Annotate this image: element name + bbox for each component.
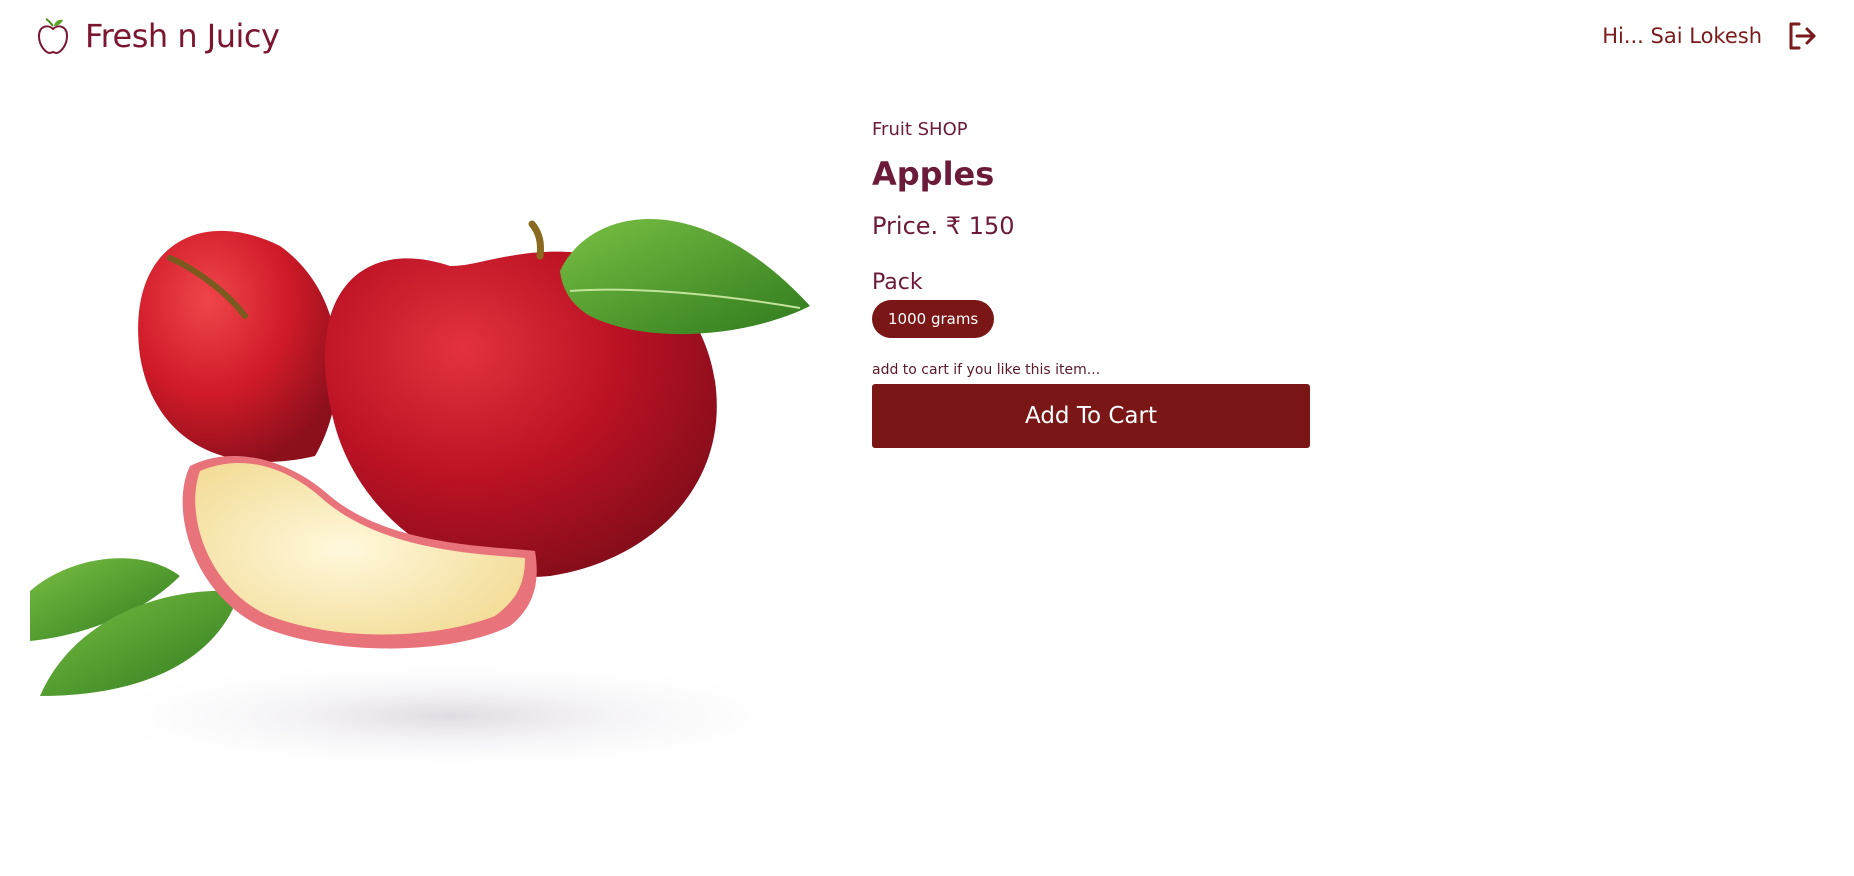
brand-name: Fresh n Juicy: [85, 17, 280, 55]
shop-label: Fruit SHOP: [872, 119, 968, 140]
product-details: Fruit SHOP Apples Price. ₹ 150 Pack 1000…: [872, 118, 1312, 448]
pack-label: Pack: [872, 270, 923, 295]
product-price: Price. ₹ 150: [872, 212, 1015, 240]
cart-hint: add to cart if you like this item...: [872, 362, 1101, 378]
top-navbar: Fresh n Juicy Hi... Sai Lokesh: [0, 0, 1854, 76]
user-greeting: Hi... Sai Lokesh: [1602, 24, 1762, 48]
user-area: Hi... Sai Lokesh: [1602, 20, 1818, 52]
brand[interactable]: Fresh n Juicy: [36, 16, 280, 56]
add-to-cart-button[interactable]: Add To Cart: [872, 384, 1310, 448]
apples-product-image: [30, 219, 830, 776]
logout-icon[interactable]: [1786, 20, 1818, 52]
product-name: Apples: [872, 155, 995, 193]
apple-logo-icon: [37, 18, 69, 55]
pack-option-1000-grams[interactable]: 1000 grams: [872, 300, 995, 338]
